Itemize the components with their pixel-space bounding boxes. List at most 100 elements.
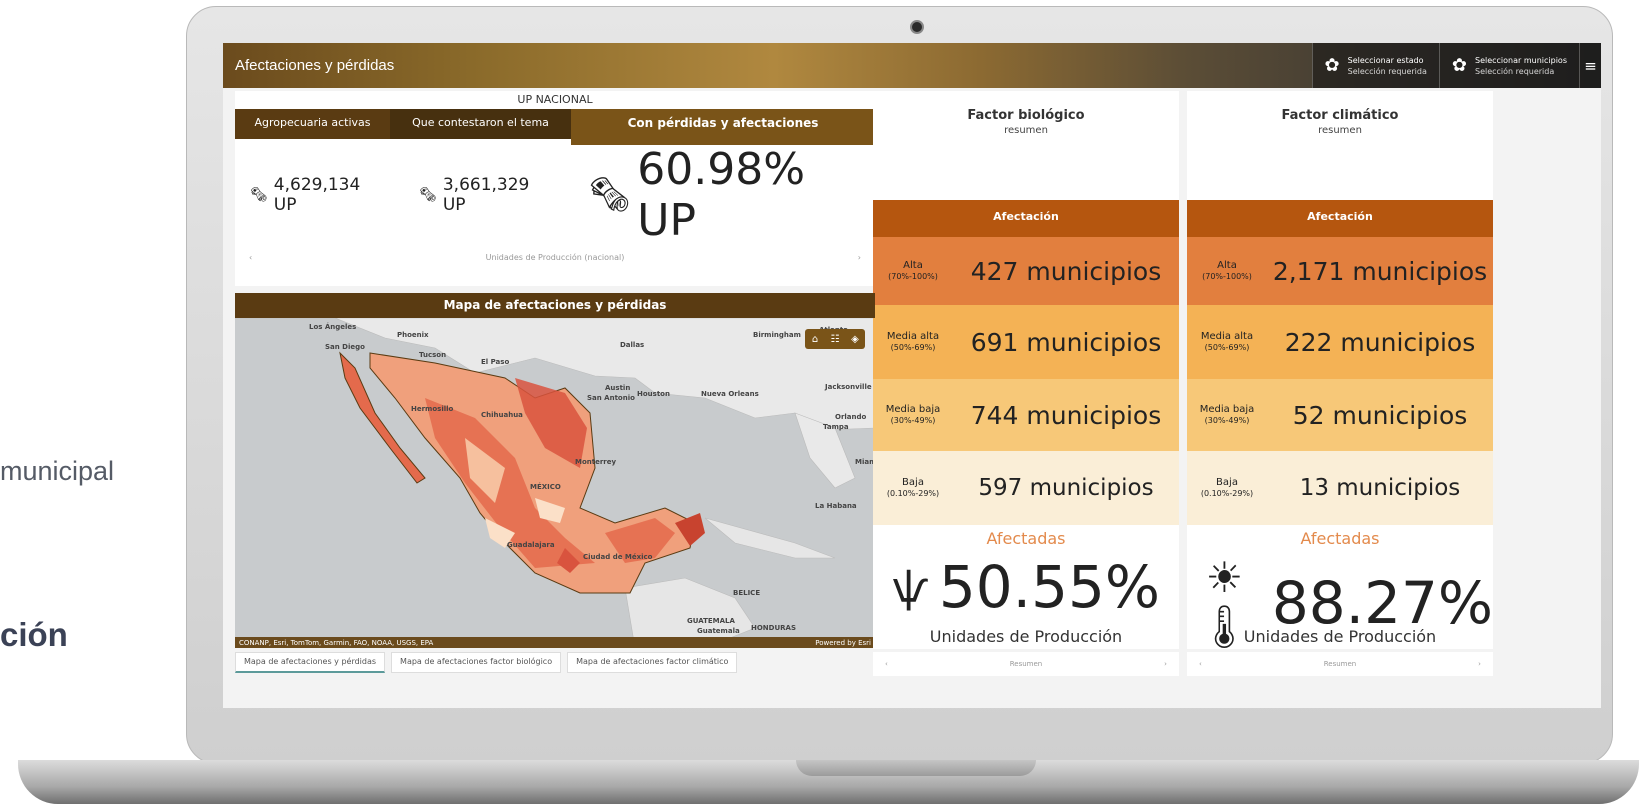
prev-arrow-icon[interactable]: ‹ <box>885 660 888 668</box>
coral-icon: ѱ <box>892 562 929 612</box>
severity-row-alta: Alta (70%-100%) 2,171 municipios <box>1187 237 1493 305</box>
factor-subtitle: resumen <box>1318 125 1362 136</box>
map-label: San Antonio <box>587 394 635 402</box>
severity-range: (70%-100%) <box>1202 272 1252 281</box>
document-icon: 🗞 <box>250 187 268 203</box>
factor-nav: ‹ Resumen › <box>1187 652 1493 676</box>
map-label: Guatemala <box>697 627 740 635</box>
map-label: Orlando <box>835 413 867 421</box>
menu-icon[interactable]: ≡ <box>1579 43 1601 88</box>
severity-value: 691 municipios <box>970 327 1162 357</box>
severity-range: (70%-100%) <box>888 272 938 281</box>
factor-nav-label: Resumen <box>1009 660 1043 668</box>
severity-range: (0.10%-29%) <box>1200 489 1254 498</box>
prev-arrow-icon[interactable]: ‹ <box>249 253 252 262</box>
severity-row-media-alta: Media alta (50%-69%) 222 municipios <box>1187 305 1493 379</box>
tab-map-biological[interactable]: Mapa de afectaciones factor biológico <box>391 652 562 673</box>
select-municipalities-button[interactable]: ✿ Seleccionar municipios Selección reque… <box>1438 43 1579 88</box>
tab-map-losses[interactable]: Mapa de afectaciones y pérdidas <box>235 652 386 673</box>
severity-value: 427 municipios <box>970 256 1162 286</box>
tab-con-perdidas[interactable]: Con pérdidas y afectaciones <box>571 109 875 145</box>
side-text-municipal: municipal <box>0 456 115 486</box>
factor-subtitle: resumen <box>1004 125 1048 136</box>
map-panel[interactable]: Mapa de afectaciones y pérdidas Los Ánge… <box>235 293 875 648</box>
severity-label: Alta <box>1217 260 1237 271</box>
severity-row-baja: Baja (0.10%-29%) 597 municipios <box>873 451 1179 525</box>
afectacion-header: Afectación <box>1187 200 1493 237</box>
map-label: Tampa <box>823 423 849 431</box>
map-label: Nueva Orleans <box>701 390 759 398</box>
severity-label: Baja <box>902 477 924 488</box>
up-stat-losses: 🗞 60.98% UP <box>588 144 875 246</box>
up-stat-active: 🗞 4,629,134 UP <box>250 175 387 215</box>
severity-range: (30%-49%) <box>890 416 936 425</box>
camera-icon <box>910 20 924 34</box>
next-arrow-icon[interactable]: › <box>1478 660 1481 668</box>
severity-row-media-baja: Media baja (30%-49%) 52 municipios <box>1187 379 1493 451</box>
afectadas-percent-value: 50.55% <box>938 553 1160 621</box>
map-label: Los Ángeles <box>309 323 357 331</box>
side-text-cion: ción <box>0 616 68 653</box>
severity-value: 52 municipios <box>1292 400 1468 430</box>
legend-icon[interactable]: ☷ <box>825 329 845 349</box>
map-label: Tucson <box>419 351 447 359</box>
dashboard-header: Afectaciones y pérdidas ✿ Seleccionar es… <box>223 43 1601 88</box>
up-national-panel: UP NACIONAL Agropecuaria activas Que con… <box>235 91 875 286</box>
factor-nav-label: Resumen <box>1323 660 1357 668</box>
up-stat-answered-value: 3,661,329 UP <box>442 175 530 215</box>
up-nav: ‹ Unidades de Producción (nacional) › <box>235 245 875 270</box>
layers-icon[interactable]: ◈ <box>845 329 865 349</box>
afectadas-label: Afectadas <box>986 529 1066 548</box>
map-label: Dallas <box>620 341 645 349</box>
severity-range: (0.10%-29%) <box>886 489 940 498</box>
severity-range: (50%-69%) <box>890 343 936 352</box>
map-label: Ciudad de México <box>583 553 653 561</box>
tab-map-climatic[interactable]: Mapa de afectaciones factor climático <box>567 652 738 673</box>
dashboard-screen: Afectaciones y pérdidas ✿ Seleccionar es… <box>223 43 1601 708</box>
map-attribution: CONANP, Esri, TomTom, Garmin, FAO, NOAA,… <box>239 638 434 647</box>
document-icon: 🗞 <box>419 187 437 203</box>
severity-row-alta: Alta (70%-100%) 427 municipios <box>873 237 1179 305</box>
map-label: San Diego <box>325 343 365 351</box>
severity-row-baja: Baja (0.10%-29%) 13 municipios <box>1187 451 1493 525</box>
severity-value: 744 municipios <box>970 400 1162 430</box>
unidades-label: Unidades de Producción <box>1243 627 1437 646</box>
unidades-label: Unidades de Producción <box>929 627 1123 646</box>
up-tabs: Agropecuaria activas Que contestaron el … <box>235 109 875 145</box>
home-icon[interactable]: ⌂ <box>805 329 825 349</box>
tab-que-contestaron[interactable]: Que contestaron el tema <box>390 109 571 139</box>
map-label: Phoenix <box>397 331 429 339</box>
map-label: BELICE <box>733 589 761 597</box>
map-tabs: Mapa de afectaciones y pérdidas Mapa de … <box>235 652 738 673</box>
factor-biologico-panel: Factor biológico resumen Afectación Alta… <box>873 91 1179 676</box>
map-label: Birmingham <box>753 331 801 339</box>
up-stat-active-value: 4,629,134 UP <box>273 175 361 215</box>
map-label: HONDURAS <box>751 624 797 632</box>
afectacion-header: Afectación <box>873 200 1179 237</box>
severity-value: 13 municipios <box>1299 475 1461 501</box>
factor-nav: ‹ Resumen › <box>873 652 1179 676</box>
map-footer: CONANP, Esri, TomTom, Garmin, FAO, NOAA,… <box>235 637 875 648</box>
map-label: MÉXICO <box>530 483 561 491</box>
up-stat-losses-value: 60.98% UP <box>637 144 806 246</box>
severity-value: 597 municipios <box>978 475 1154 501</box>
map-label: GUATEMALA <box>687 617 735 625</box>
severity-label: Alta <box>903 260 923 271</box>
map-powered-by[interactable]: Powered by Esri <box>815 639 871 647</box>
next-arrow-icon[interactable]: › <box>1164 660 1167 668</box>
map-label: Guadalajara <box>507 541 555 549</box>
severity-range: (50%-69%) <box>1204 343 1250 352</box>
map-label: Hermosillo <box>411 405 454 413</box>
gear-icon: ✿ <box>1324 55 1340 76</box>
map-label: La Habana <box>815 502 857 510</box>
document-icon: 🗞 <box>588 175 632 215</box>
select-municipalities-label: Seleccionar municipios <box>1474 55 1567 65</box>
map-toolbar: ⌂ ☷ ◈ <box>805 329 865 349</box>
tab-agropecuaria-activas[interactable]: Agropecuaria activas <box>235 109 390 139</box>
map-label: Houston <box>637 390 670 398</box>
next-arrow-icon[interactable]: › <box>858 253 861 262</box>
select-state-button[interactable]: ✿ Seleccionar estado Selección requerida <box>1311 43 1439 88</box>
severity-value: 2,171 municipios <box>1272 256 1488 286</box>
prev-arrow-icon[interactable]: ‹ <box>1199 660 1202 668</box>
severity-label: Baja <box>1216 477 1238 488</box>
